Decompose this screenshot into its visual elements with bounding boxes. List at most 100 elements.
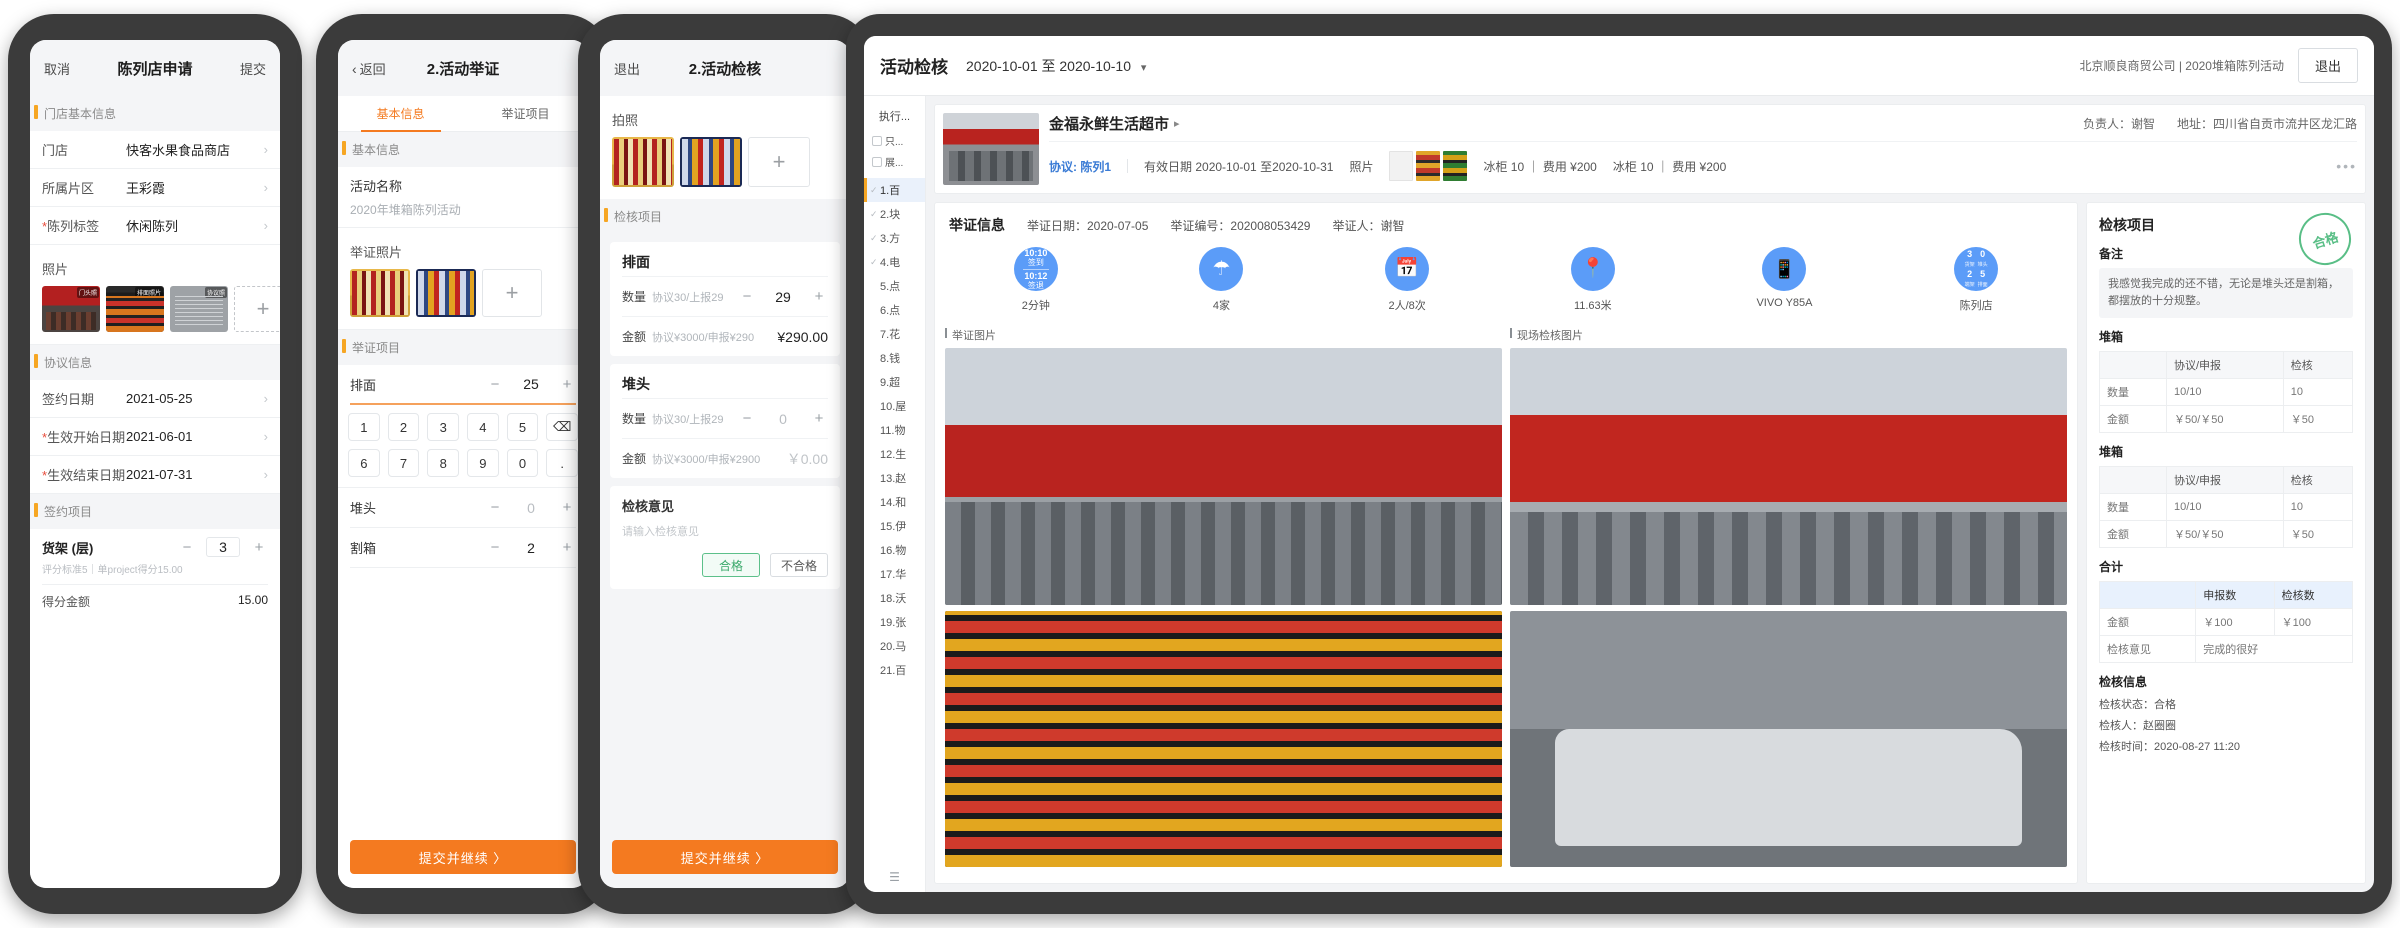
store-list-item[interactable]: 12.生 — [864, 442, 925, 466]
add-photo-button[interactable]: + — [482, 269, 542, 317]
add-photo-button[interactable]: + — [748, 137, 810, 187]
increment-button[interactable]: + — [810, 410, 828, 427]
store-list-item[interactable]: 21.百 — [864, 658, 925, 682]
tab-evidence-items[interactable]: 举证项目 — [463, 96, 588, 131]
stack-stepper[interactable]: − 0 + — [486, 499, 576, 516]
increment-button[interactable]: + — [558, 376, 576, 393]
submit-and-continue-button[interactable]: 提交并继续 〉 — [350, 840, 576, 874]
increment-button[interactable]: + — [558, 539, 576, 556]
list-menu-icon[interactable]: ☰ — [864, 864, 925, 892]
increment-button[interactable]: + — [558, 499, 576, 516]
store-list-item[interactable]: 6.点 — [864, 298, 925, 322]
checkbox-icon[interactable] — [872, 135, 882, 146]
backspace-key[interactable]: ⌫ — [546, 413, 579, 441]
fail-button[interactable]: 不合格 — [770, 553, 828, 577]
decrement-button[interactable]: − — [738, 288, 756, 305]
cutbox-stepper[interactable]: − 2 + — [486, 539, 576, 556]
logout-button[interactable]: 退出 — [2297, 48, 2358, 83]
store-list-item[interactable]: 13.赵 — [864, 466, 925, 490]
store-list-item[interactable]: ✓ 2.块 — [864, 202, 925, 226]
evidence-photo-storefront[interactable] — [945, 348, 1502, 605]
key-4[interactable]: 4 — [467, 413, 499, 441]
tab-basic-info[interactable]: 基本信息 — [338, 96, 463, 132]
phone2-scroll[interactable]: 基本信息 活动名称 2020年堆箱陈列活动 举证照片 + 举证项目 排面 − 2… — [338, 132, 588, 830]
key-5[interactable]: 5 — [506, 413, 539, 441]
more-options-icon[interactable]: ••• — [2336, 158, 2357, 174]
qty-stepper[interactable]: − 29 + — [738, 288, 828, 305]
row-sign-date[interactable]: 签约日期 2021-05-25 › — [30, 380, 280, 418]
photo-thumbnail-bottles[interactable] — [350, 269, 410, 317]
onsite-photo-storefront[interactable] — [1510, 348, 2067, 605]
decrement-button[interactable]: − — [178, 539, 196, 556]
stack-value[interactable]: 0 — [514, 500, 548, 516]
photo-thumbnail-shelf-a[interactable] — [1416, 151, 1441, 181]
add-photo-button[interactable]: + — [234, 286, 280, 332]
evidence-photo-aisle[interactable] — [945, 610, 1502, 867]
key-2[interactable]: 2 — [387, 413, 420, 441]
increment-button[interactable]: + — [810, 288, 828, 305]
signed-item-stepper[interactable]: − 3 + — [178, 537, 268, 557]
row-display-tag[interactable]: *陈列标签 休闲陈列 › — [30, 207, 280, 245]
key-0[interactable]: 0 — [506, 449, 539, 477]
qty-value[interactable]: 29 — [766, 289, 800, 305]
key-1[interactable]: 1 — [348, 413, 380, 441]
key-3[interactable]: 3 — [427, 413, 460, 441]
quantity-value[interactable]: 3 — [206, 537, 240, 557]
decrement-button[interactable]: − — [486, 499, 504, 516]
store-list-item[interactable]: 19.张 — [864, 610, 925, 634]
row-start-date[interactable]: *生效开始日期 2021-06-01 › — [30, 418, 280, 456]
facing-value[interactable]: 25 — [514, 376, 548, 392]
back-button[interactable]: ‹ 返回 — [352, 59, 386, 78]
cutbox-value[interactable]: 2 — [514, 540, 548, 556]
key-9[interactable]: 9 — [467, 449, 499, 477]
row-area[interactable]: 所属片区 王彩霞 › — [30, 169, 280, 207]
photo-thumbnail-shelf[interactable]: 排面照片 — [106, 286, 164, 332]
phone3-scroll[interactable]: 拍照 + 检核项目 排面 数量 协议30/上报29 − 29 + 金额 协议¥3… — [600, 96, 850, 830]
key-6[interactable]: 6 — [348, 449, 380, 477]
submit-button[interactable]: 提交 — [240, 59, 266, 78]
store-list-item[interactable]: 8.钱 — [864, 346, 925, 370]
chevron-right-icon[interactable]: ▸ — [1174, 117, 1180, 130]
facing-stepper[interactable]: − 25 + — [486, 376, 576, 393]
decrement-button[interactable]: − — [738, 410, 756, 427]
decrement-button[interactable]: − — [486, 539, 504, 556]
photo-thumbnail-shelf-b[interactable] — [1443, 151, 1468, 181]
increment-button[interactable]: + — [250, 539, 268, 556]
decrement-button[interactable]: − — [486, 376, 504, 393]
onsite-photo-street[interactable] — [1510, 610, 2067, 867]
checkbox-icon[interactable] — [872, 156, 882, 167]
row-store[interactable]: 门店 快客水果食品商店 › — [30, 131, 280, 169]
store-list-item[interactable]: 16.物 — [864, 538, 925, 562]
store-list-item[interactable]: 17.华 — [864, 562, 925, 586]
store-list-item[interactable]: 5.点 — [864, 274, 925, 298]
cancel-button[interactable]: 取消 — [44, 59, 70, 78]
numeric-keypad[interactable]: 1 2 3 4 5 ⌫ 6 7 8 9 0 . — [338, 405, 588, 488]
store-list-item[interactable]: ✓ 4.电 — [864, 250, 925, 274]
store-photo[interactable] — [943, 113, 1039, 185]
photo-thumbnail-bottles[interactable] — [612, 137, 674, 187]
store-list-item[interactable]: 10.屋 — [864, 394, 925, 418]
opinion-input[interactable]: 请输入检核意见 — [622, 523, 828, 539]
agreement-chip[interactable]: 协议: 陈列1 — [1049, 158, 1111, 175]
photo-thumbnail-cans[interactable] — [416, 269, 476, 317]
qty-stepper[interactable]: − 0 + — [738, 410, 828, 427]
filter-checkbox-1[interactable]: 只... — [864, 130, 925, 151]
store-list-item[interactable]: ✓ 1.百 — [864, 178, 925, 202]
store-list[interactable]: ✓ 1.百 ✓ 2.块 ✓ 3.方 ✓ 4.电 5.点 6.点 7.花 8.钱 9.超 10.屋 11.物 1… — [864, 178, 925, 864]
store-list-item[interactable]: 9.超 — [864, 370, 925, 394]
phone1-scroll[interactable]: 门店基本信息 门店 快客水果食品商店 › 所属片区 王彩霞 › *陈列标签 休闲… — [30, 96, 280, 888]
store-list-item[interactable]: 14.和 — [864, 490, 925, 514]
store-list-item[interactable]: ✓ 3.方 — [864, 226, 925, 250]
photo-thumbnail-cans[interactable] — [680, 137, 742, 187]
key-8[interactable]: 8 — [427, 449, 460, 477]
store-list-item[interactable]: 20.马 — [864, 634, 925, 658]
qty-value[interactable]: 0 — [766, 411, 800, 427]
store-list-item[interactable]: 11.物 — [864, 418, 925, 442]
exit-button[interactable]: 退出 — [614, 59, 640, 78]
photo-thumbnail-agreement[interactable]: 协议照 — [170, 286, 228, 332]
store-list-item[interactable]: 15.伊 — [864, 514, 925, 538]
filter-checkbox-2[interactable]: 展... — [864, 151, 925, 172]
key-7[interactable]: 7 — [387, 449, 420, 477]
row-end-date[interactable]: *生效结束日期 2021-07-31 › — [30, 456, 280, 494]
date-range-selector[interactable]: 2020-10-01 至 2020-10-10 ▾ — [966, 56, 1146, 76]
